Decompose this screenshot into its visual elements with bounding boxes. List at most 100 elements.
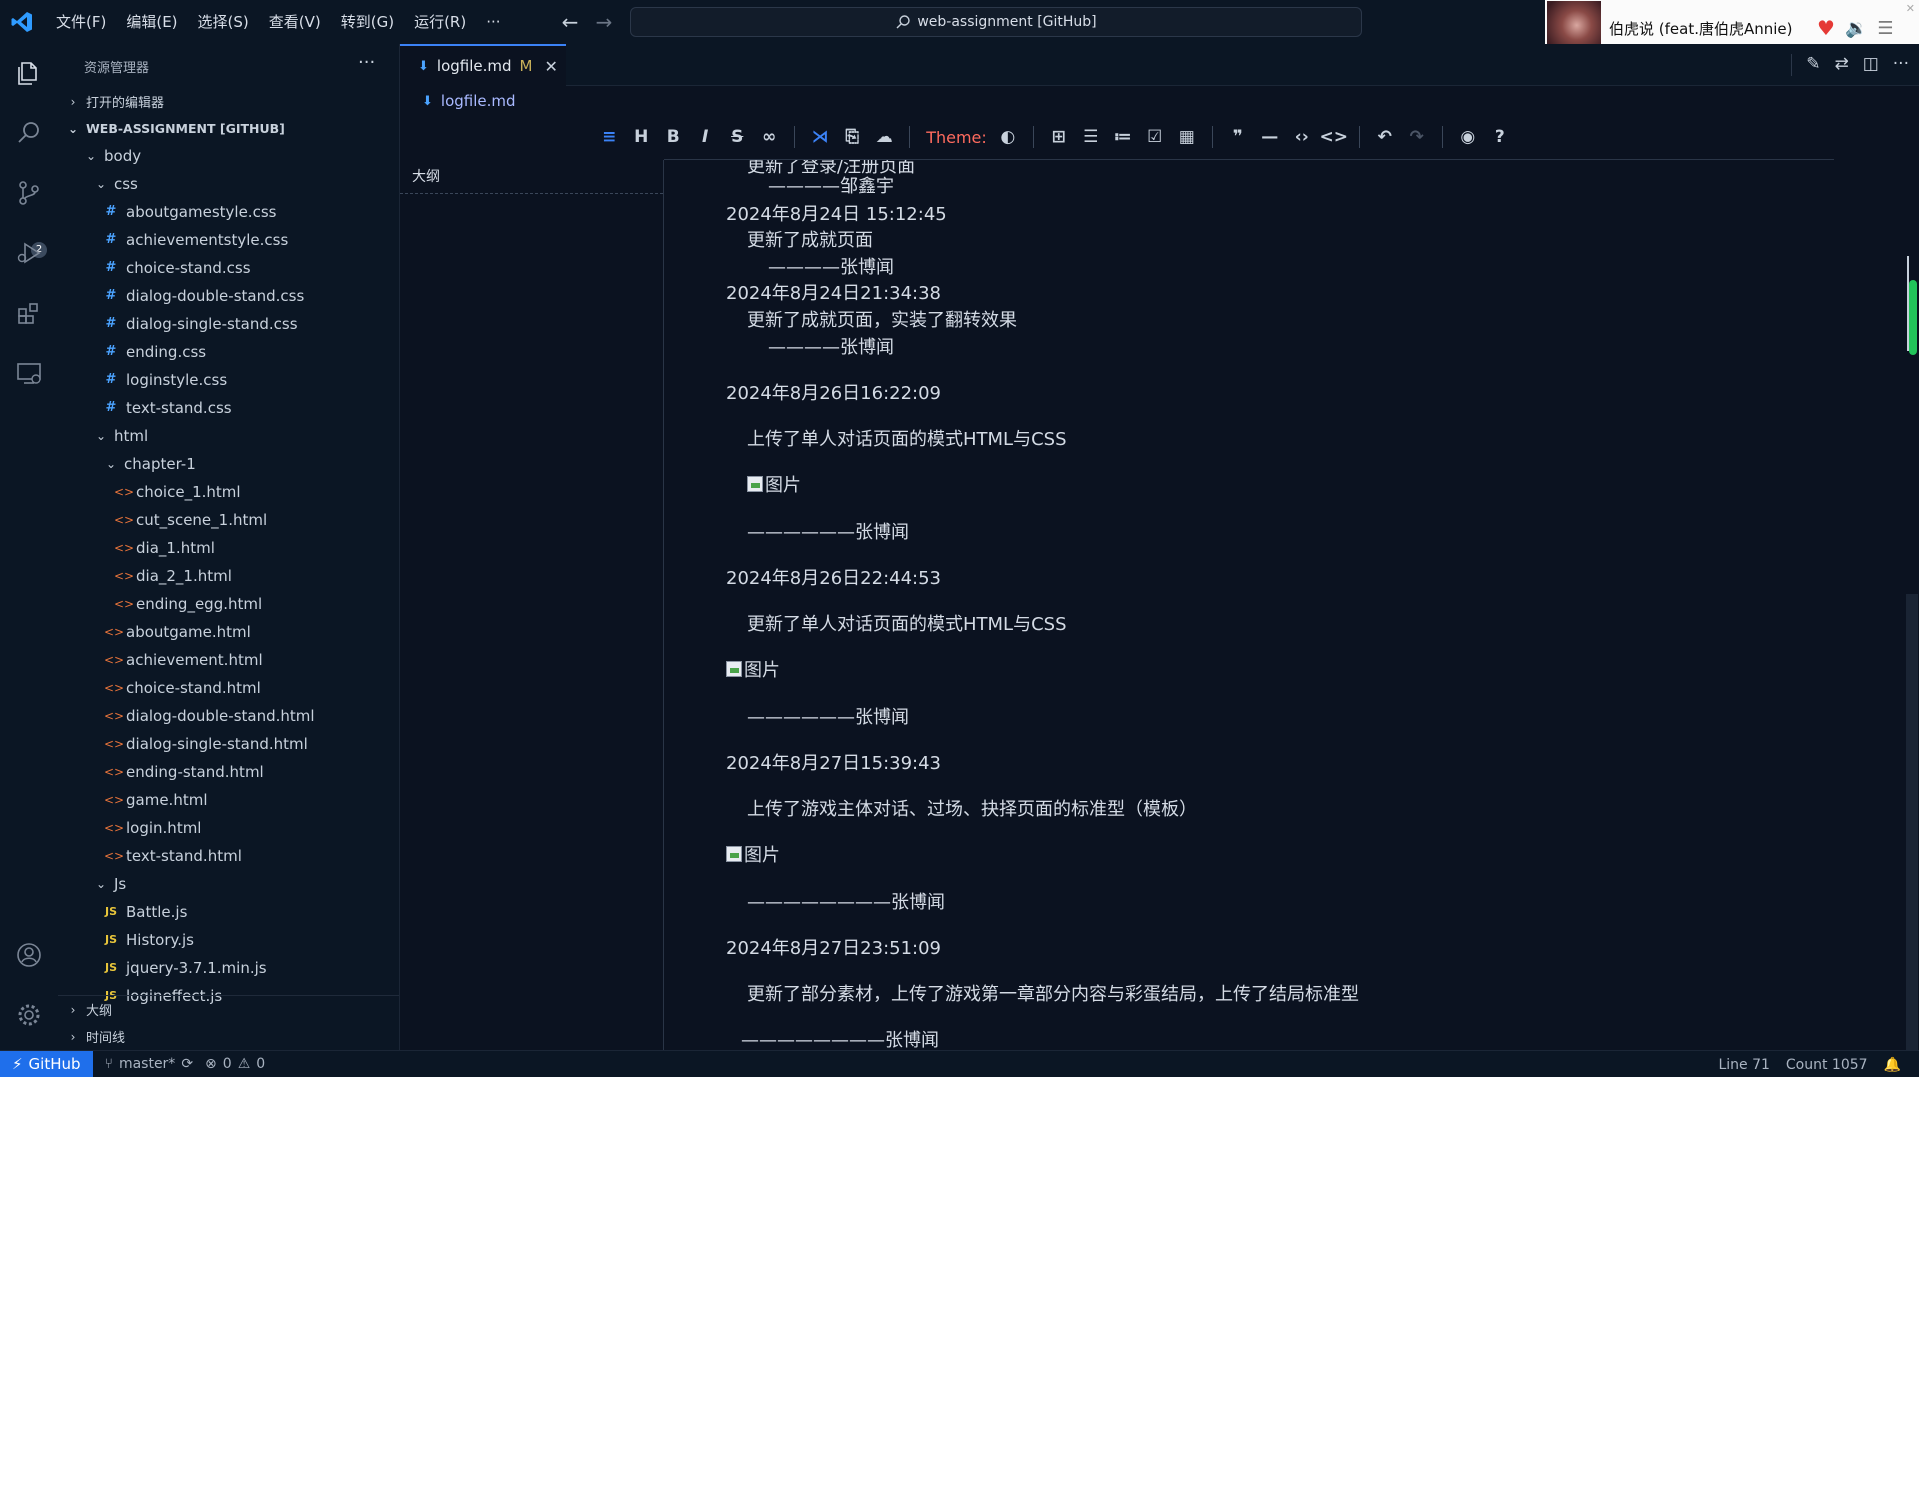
vscode-icon[interactable]: ⋊ [809,126,831,148]
checkbox-icon[interactable]: ☑ [1144,126,1166,148]
file-dialog-double-stand-css[interactable]: # dialog-double-stand.css [58,282,399,309]
quote-icon[interactable]: ❞ [1227,126,1249,148]
strikethrough-icon[interactable]: S [726,126,748,148]
file-text-stand-html[interactable]: <> text-stand.html [58,842,399,869]
menu-edit[interactable]: 编辑(E) [116,0,187,44]
preview-eye-icon[interactable]: ◉ [1457,126,1479,148]
volume-icon[interactable]: 🔉 [1845,18,1867,39]
folder-body[interactable]: ⌄ body [58,142,399,169]
playlist-icon[interactable]: ☰ [1877,18,1893,39]
help-icon[interactable]: ? [1489,126,1511,148]
breadcrumb-file[interactable]: logfile.md [441,92,516,110]
file-history-js[interactable]: JS History.js [58,926,399,953]
undo-icon[interactable]: ↶ [1374,126,1396,148]
timeline-section[interactable]: › 时间线 [58,1023,399,1050]
export-icon[interactable]: ⎘ [841,126,863,148]
file-achievement-html[interactable]: <> achievement.html [58,646,399,673]
close-tab-icon[interactable]: ✕ [544,57,557,76]
menu-run[interactable]: 运行(R) [404,0,476,44]
source-control-icon[interactable] [14,178,44,208]
file-ending-egg-html[interactable]: <> ending_egg.html [58,590,399,617]
file-text-stand-css[interactable]: # text-stand.css [58,394,399,421]
italic-icon[interactable]: I [694,126,716,148]
more-actions-icon[interactable]: ··· [358,52,375,73]
bullet-list-icon[interactable]: ☰ [1080,126,1102,148]
settings-gear-icon[interactable] [14,1000,44,1030]
file-dia-1-html[interactable]: <> dia_1.html [58,534,399,561]
run-debug-icon[interactable] [14,238,44,268]
remote-indicator[interactable]: ⚡ GitHub [0,1050,93,1077]
file-aboutgame-html[interactable]: <> aboutgame.html [58,618,399,645]
file-dia-2-1-html[interactable]: <> dia_2_1.html [58,562,399,589]
file-aboutgamestyle-css[interactable]: # aboutgamestyle.css [58,198,399,225]
file-battle-js[interactable]: JS Battle.js [58,898,399,925]
music-controls: ♥ 🔉 ☰ [1817,16,1894,40]
file-choice-stand-css[interactable]: # choice-stand.css [58,254,399,281]
more-actions-icon[interactable]: ··· [1893,54,1909,76]
cloud-upload-icon[interactable]: ☁ [873,126,895,148]
sync-icon[interactable]: ⟳ [181,1056,193,1072]
explorer-icon[interactable] [14,58,44,88]
workspace-root[interactable]: ⌄ WEB-ASSIGNMENT [GITHUB] [58,115,399,142]
menu-selection[interactable]: 选择(S) [188,0,259,44]
problems-indicator[interactable]: ⊗ 0 ⚠ 0 [205,1056,265,1072]
menu-go[interactable]: 转到(G) [331,0,404,44]
search-icon[interactable] [14,118,44,148]
file-dialog-double-stand-html[interactable]: <> dialog-double-stand.html [58,702,399,729]
insert-image-icon[interactable]: ⊞ [1048,126,1070,148]
code-block-icon[interactable]: <> [1320,126,1349,148]
open-changes-icon[interactable]: ⇄ [1834,54,1848,76]
remote-explorer-icon[interactable] [14,358,44,388]
scrollbar-thumb[interactable] [1906,594,1918,1050]
folder-css[interactable]: ⌄ css [58,170,399,197]
redo-icon[interactable]: ↷ [1406,126,1428,148]
like-heart-icon[interactable]: ♥ [1817,16,1835,40]
file-choice-1-html[interactable]: <> choice_1.html [58,478,399,505]
outline-section[interactable]: › 大纲 [58,996,399,1023]
branch-indicator[interactable]: ⑂ master* ⟳ [105,1056,194,1072]
heading-icon[interactable]: H [630,126,652,148]
image-alt-text: 图片 [744,845,780,866]
line-indicator[interactable]: Line 71 [1718,1057,1769,1073]
extensions-icon[interactable] [14,298,44,328]
theme-palette-icon[interactable]: ◐ [997,126,1019,148]
edit-pencil-icon[interactable]: ✎ [1806,54,1820,76]
align-center-icon[interactable]: ≡ [598,126,620,148]
file-login-html[interactable]: <> login.html [58,814,399,841]
table-icon[interactable]: ▦ [1176,126,1198,148]
theme-label[interactable]: Theme: [926,128,987,147]
link-icon[interactable]: ∞ [758,126,780,148]
code-inline-icon[interactable]: ‹› [1291,126,1313,148]
file-achievementstyle-css[interactable]: # achievementstyle.css [58,226,399,253]
open-editors-section[interactable]: › 打开的编辑器 [58,88,399,115]
split-editor-icon[interactable]: ◫ [1863,54,1879,76]
file-cut-scene-1-html[interactable]: <> cut_scene_1.html [58,506,399,533]
file-dialog-single-stand-css[interactable]: # dialog-single-stand.css [58,310,399,337]
notifications-bell-icon[interactable]: 🔔 [1884,1057,1901,1073]
account-icon[interactable] [14,940,44,970]
menu-file[interactable]: 文件(F) [46,0,116,44]
file-dialog-single-stand-html[interactable]: <> dialog-single-stand.html [58,730,399,757]
horizontal-rule-icon[interactable]: — [1259,126,1281,148]
folder-chapter-1[interactable]: ⌄ chapter-1 [58,450,399,477]
close-icon[interactable]: ✕ [1906,2,1915,15]
tree-item-label: achievement.html [126,650,263,669]
file-ending-css[interactable]: # ending.css [58,338,399,365]
file-jquery-3-7-1-min-js[interactable]: JS jquery-3.7.1.min.js [58,954,399,981]
folder-js[interactable]: ⌄ Js [58,870,399,897]
folder-html[interactable]: ⌄ html [58,422,399,449]
word-count[interactable]: Count 1057 [1786,1057,1868,1073]
command-center-search[interactable]: web-assignment [GitHub] [630,7,1362,37]
markdown-content[interactable]: 更新了登录/注册页面 ————邹鑫宇 2024年8月24日 15:12:45 更… [664,160,1854,1050]
forward-arrow-icon[interactable]: → [592,10,616,34]
menu-more[interactable]: ··· [476,0,510,44]
bold-icon[interactable]: B [662,126,684,148]
back-arrow-icon[interactable]: ← [558,10,582,34]
menu-view[interactable]: 查看(V) [259,0,331,44]
file-loginstyle-css[interactable]: # loginstyle.css [58,366,399,393]
file-ending-stand-html[interactable]: <> ending-stand.html [58,758,399,785]
file-game-html[interactable]: <> game.html [58,786,399,813]
tab-logfile[interactable]: ⬇ logfile.md M ✕ [400,44,566,86]
numbered-list-icon[interactable]: ≔ [1112,126,1134,148]
file-choice-stand-html[interactable]: <> choice-stand.html [58,674,399,701]
